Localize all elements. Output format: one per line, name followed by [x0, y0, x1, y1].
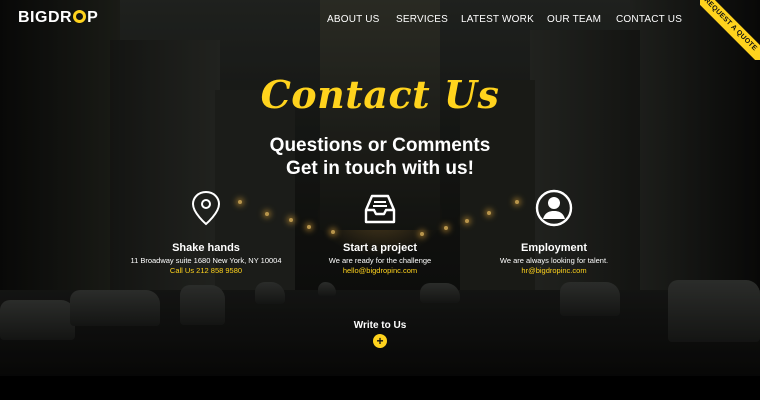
- nav-about-us[interactable]: ABOUT US: [327, 14, 380, 25]
- contact-column-employment: Employment We are always looking for tal…: [444, 188, 664, 275]
- nav-latest-work[interactable]: LATEST WORK: [461, 14, 534, 25]
- user-avatar-icon: [535, 189, 573, 227]
- nav-contact-us[interactable]: CONTACT US: [616, 14, 682, 25]
- logo-text: BIGDR: [18, 9, 73, 26]
- column-title: Employment: [520, 242, 587, 254]
- logo-text-end: P: [87, 9, 99, 26]
- request-quote-label[interactable]: REQUEST A QUOTE: [700, 0, 760, 60]
- employment-email-link[interactable]: hr@bigdropinc.com: [444, 266, 664, 275]
- inbox-tray-icon: [364, 194, 396, 224]
- subtitle-line-2: Get in touch with us!: [286, 158, 474, 179]
- logo-o-mark-icon: [73, 10, 87, 23]
- subtitle-line-1: Questions or Comments: [269, 135, 491, 156]
- page-title: Contact Us: [260, 72, 500, 117]
- nav-our-team[interactable]: OUR TEAM: [547, 14, 601, 25]
- employment-description: We are always looking for talent.: [499, 256, 609, 265]
- bottom-bar: [0, 376, 760, 400]
- nav-services[interactable]: SERVICES: [396, 14, 448, 25]
- plus-icon[interactable]: +: [373, 334, 387, 348]
- site-logo[interactable]: BIGDR P: [18, 9, 98, 27]
- request-quote-ribbon[interactable]: REQUEST A QUOTE: [700, 0, 760, 60]
- map-pin-icon: [191, 190, 221, 226]
- write-to-us-label[interactable]: Write to Us: [0, 320, 760, 331]
